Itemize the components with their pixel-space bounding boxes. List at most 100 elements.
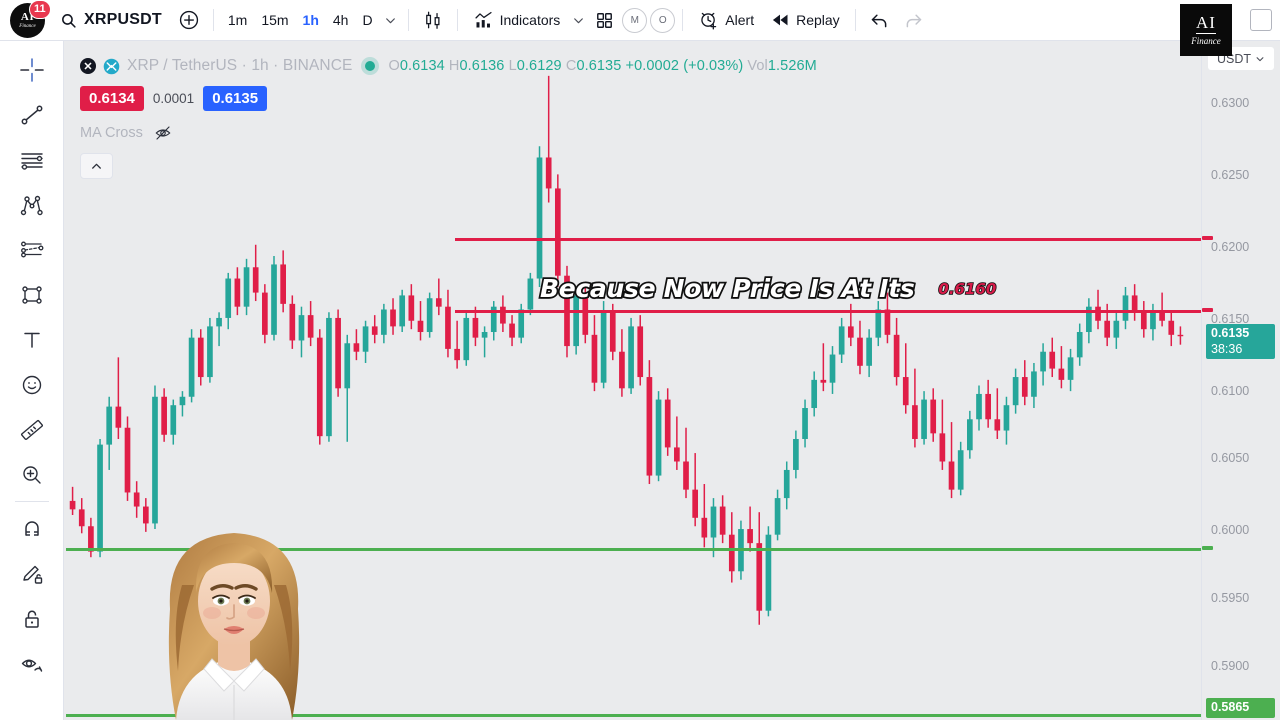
toolbar-divider-4 [682, 9, 684, 31]
alert-button[interactable]: Alert [690, 5, 762, 36]
ohlc-val-l: 0.6129 [516, 58, 562, 74]
sidebar-item-measure[interactable] [9, 407, 55, 452]
indicators-button[interactable]: Indicators [465, 5, 569, 36]
volume-value: 1.526M [767, 58, 817, 74]
ask-price-badge[interactable]: 0.6135 [203, 86, 268, 111]
text-tool-icon [19, 327, 45, 353]
timeframe-1h[interactable]: 1h [296, 7, 326, 33]
chart-legend: ✕ XRP / TetherUS · 1h · BINANCE O0.6134 … [80, 57, 817, 179]
undo-arrow-icon [869, 10, 890, 31]
toolbar-divider [212, 9, 214, 31]
chart-type-button[interactable] [416, 3, 450, 37]
ohlc-key-l: L [508, 58, 517, 74]
legend-title-row: ✕ XRP / TetherUS · 1h · BINANCE O0.6134 … [80, 57, 817, 75]
ohlc-key-c: C [565, 58, 577, 74]
undo-button[interactable] [863, 3, 897, 37]
sidebar-item-magnet[interactable] [9, 506, 55, 551]
lock-icon [19, 606, 45, 632]
candlestick-icon [422, 9, 444, 31]
ohlc-key-h: H [448, 58, 460, 74]
resistance-line-0.6200[interactable] [455, 238, 1201, 241]
resistance-line-0.6160[interactable] [455, 310, 1201, 313]
legend-quote-row: 0.6134 0.0001 0.6135 [80, 86, 817, 111]
alarm-clock-plus-icon [698, 10, 719, 31]
notification-badge[interactable]: 11 [29, 0, 51, 19]
sidebar-item-lock-drawings[interactable] [9, 596, 55, 641]
price-axis[interactable]: USDT 0.6300 0.6250 0.6200 0.6150 0.6100 0.605… [1201, 41, 1280, 720]
rectangle-shape-icon [19, 282, 45, 308]
sidebar-item-fib-retracement[interactable] [9, 137, 55, 182]
redo-arrow-icon [903, 10, 924, 31]
annotation-text: Because Now Price Is At Its [538, 272, 916, 305]
support-price-badge[interactable]: 0.5865 [1206, 698, 1275, 718]
legend-indicator-row: MA Cross [80, 124, 817, 142]
sidebar-item-trend-line[interactable] [9, 92, 55, 137]
sidebar-item-cursor[interactable] [9, 47, 55, 92]
fullscreen-button[interactable] [1250, 9, 1272, 31]
timeframe-d[interactable]: D [355, 7, 379, 33]
legend-collapse-button[interactable] [80, 153, 113, 179]
chart-annotation: Because Now Price Is At Its 0.6160 [538, 272, 997, 305]
grid-layout-icon [595, 11, 614, 30]
emoji-icon [19, 372, 45, 398]
ohlc-val-h: 0.6136 [459, 58, 505, 74]
sidebar-item-pitchfork[interactable] [9, 182, 55, 227]
toolbar-divider-2 [407, 9, 409, 31]
price-tick-0.6100: 0.6100 [1211, 384, 1250, 398]
timeframe-1m[interactable]: 1m [221, 7, 254, 33]
symbol-label: XRPUSDT [84, 11, 162, 28]
plus-circle-icon [178, 9, 200, 31]
timeframe-4h[interactable]: 4h [326, 7, 356, 33]
sidebar-item-emoji[interactable] [9, 362, 55, 407]
ohlc-val-c: 0.6135 [576, 58, 622, 74]
sidebar-item-drawing-mode[interactable] [9, 551, 55, 596]
add-symbol-button[interactable] [172, 3, 206, 37]
price-tick-0.6050: 0.6050 [1211, 451, 1250, 465]
market-open-dot [365, 61, 376, 71]
ohlc-key-o: O [388, 58, 400, 74]
current-price-value: 0.6135 [1211, 326, 1250, 340]
resistance-tick-0.6200 [1202, 236, 1213, 240]
chevron-down-icon [572, 14, 585, 27]
support-price-value: 0.5865 [1211, 700, 1250, 714]
chart-canvas[interactable]: ✕ XRP / TetherUS · 1h · BINANCE O0.6134 … [64, 41, 1201, 720]
symbol-search-button[interactable]: XRPUSDT [52, 5, 172, 35]
close-icon[interactable]: ✕ [80, 58, 96, 74]
redo-button[interactable] [897, 3, 931, 37]
watermark-finance-text: Finance [1191, 35, 1221, 46]
layouts-button[interactable] [589, 5, 619, 35]
current-price-badge[interactable]: 0.6135 38:36 [1206, 324, 1275, 360]
chevron-down-icon [1255, 54, 1265, 64]
sidebar-item-text[interactable] [9, 317, 55, 362]
chevron-up-icon [90, 160, 103, 173]
sidebar-item-shapes[interactable] [9, 272, 55, 317]
rewind-icon [770, 10, 790, 30]
timeframe-15m[interactable]: 15m [254, 7, 295, 33]
price-tick-0.5950: 0.5950 [1211, 591, 1250, 605]
elliott-wave-icon [19, 237, 45, 263]
bar-countdown: 38:36 [1211, 341, 1243, 356]
timeframe-more-button[interactable] [380, 8, 401, 33]
sidebar-item-hide-drawings[interactable] [9, 641, 55, 686]
indicators-chart-icon [473, 10, 494, 31]
sidebar-item-zoom-in[interactable] [9, 452, 55, 497]
app-logo[interactable]: AI Finance 11 [0, 0, 52, 41]
eye-hidden-icon[interactable] [154, 124, 172, 142]
cross-cursor-icon [19, 57, 45, 83]
alert-label: Alert [725, 12, 755, 28]
replay-button[interactable]: Replay [762, 5, 848, 35]
spread-value: 0.0001 [152, 91, 195, 106]
price-tick-0.6000: 0.6000 [1211, 523, 1250, 537]
indicator-name[interactable]: MA Cross [80, 125, 143, 141]
change-abs: +0.0002 [625, 58, 680, 74]
pitchfork-icon [19, 192, 45, 218]
indicators-more-button[interactable] [568, 8, 589, 33]
toolbar-divider-5 [854, 9, 856, 31]
layout-badge-m[interactable]: M [622, 7, 648, 33]
layout-badge-o[interactable]: O [650, 7, 676, 33]
legend-ohlc: O0.6134 H0.6136 L0.6129 C0.6135 +0.0002 … [388, 58, 816, 74]
bid-price-badge[interactable]: 0.6134 [80, 86, 144, 111]
chevron-down-icon [384, 14, 397, 27]
sidebar-item-measurement[interactable] [9, 227, 55, 272]
zoom-in-icon [19, 462, 45, 488]
